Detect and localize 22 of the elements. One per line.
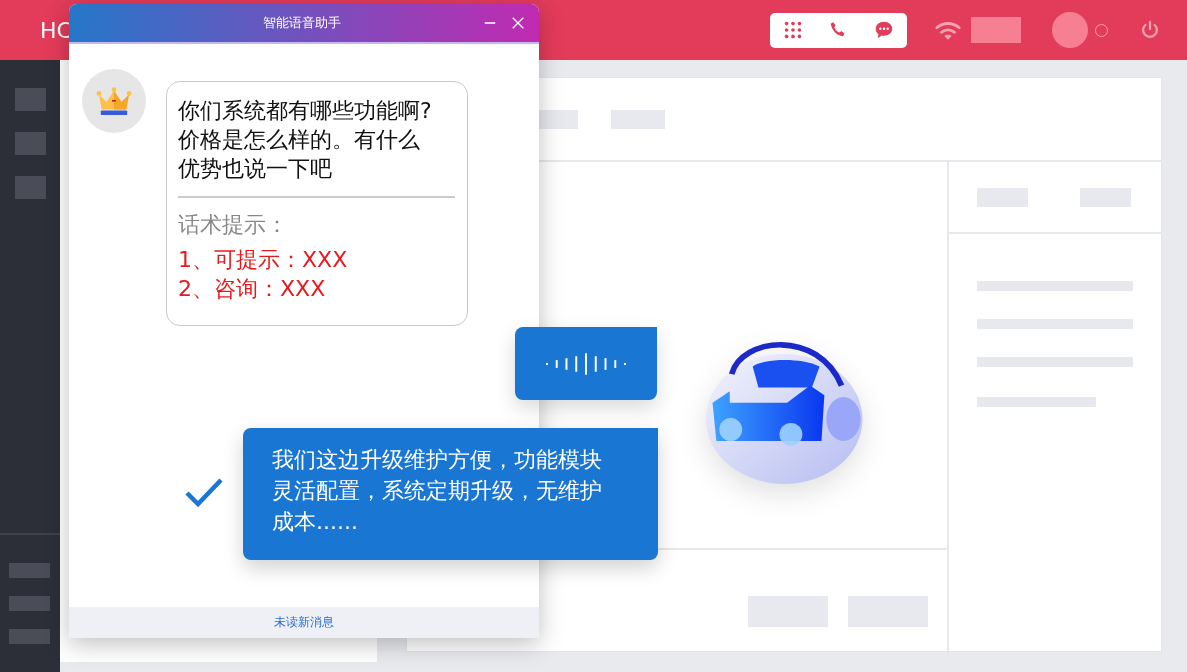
user-avatar[interactable] <box>1052 12 1088 48</box>
reply-text: 我们这边升级维护方便，功能模块灵活配置，系统定期升级，无维护成本...... <box>272 446 603 536</box>
wifi-icon <box>934 19 962 41</box>
close-icon[interactable] <box>511 16 525 30</box>
window-title: 智能语音助手 <box>263 14 341 32</box>
hint-text: 2、咨询：XXX <box>178 275 327 303</box>
status-placeholder <box>971 17 1021 43</box>
sidebar-item-placeholder[interactable] <box>9 629 50 644</box>
hint-label: 话术提示： <box>178 211 289 239</box>
hint-text: 1、可提示：XXX <box>178 246 349 274</box>
sidebar-item-placeholder[interactable] <box>15 88 46 111</box>
sidebar-item-placeholder[interactable] <box>15 176 46 199</box>
sound-wave-icon <box>545 351 627 376</box>
crown-icon <box>95 85 133 117</box>
sidebar-item-placeholder[interactable] <box>9 563 50 578</box>
tab-placeholder[interactable] <box>538 109 578 129</box>
sidebar-item-placeholder[interactable] <box>15 132 46 155</box>
sidebar-item-placeholder[interactable] <box>9 596 50 611</box>
unread-link[interactable]: 未读新消息 <box>274 614 334 631</box>
app-logo: HC <box>40 17 72 43</box>
message-text: 你们系统都有哪些功能啊?价格是怎么样的。有什么优势也说一下吧 <box>178 97 433 183</box>
power-icon[interactable] <box>1139 19 1161 41</box>
